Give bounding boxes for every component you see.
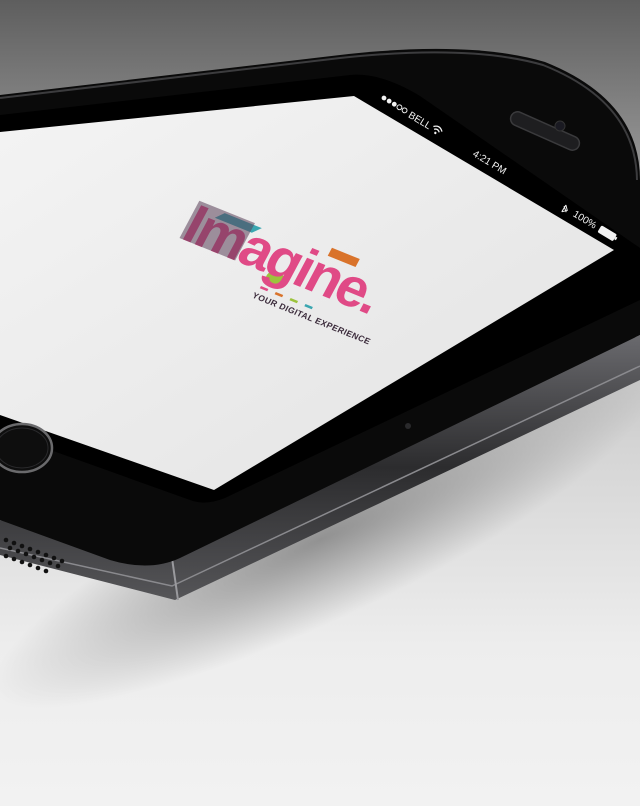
phone-mockup-scene: BELL 4:21 PM 100% Imagine. YOUR DIGITAL … bbox=[0, 48, 640, 709]
home-button[interactable] bbox=[0, 422, 54, 474]
microphone-hole bbox=[405, 423, 411, 429]
front-camera bbox=[554, 120, 566, 132]
